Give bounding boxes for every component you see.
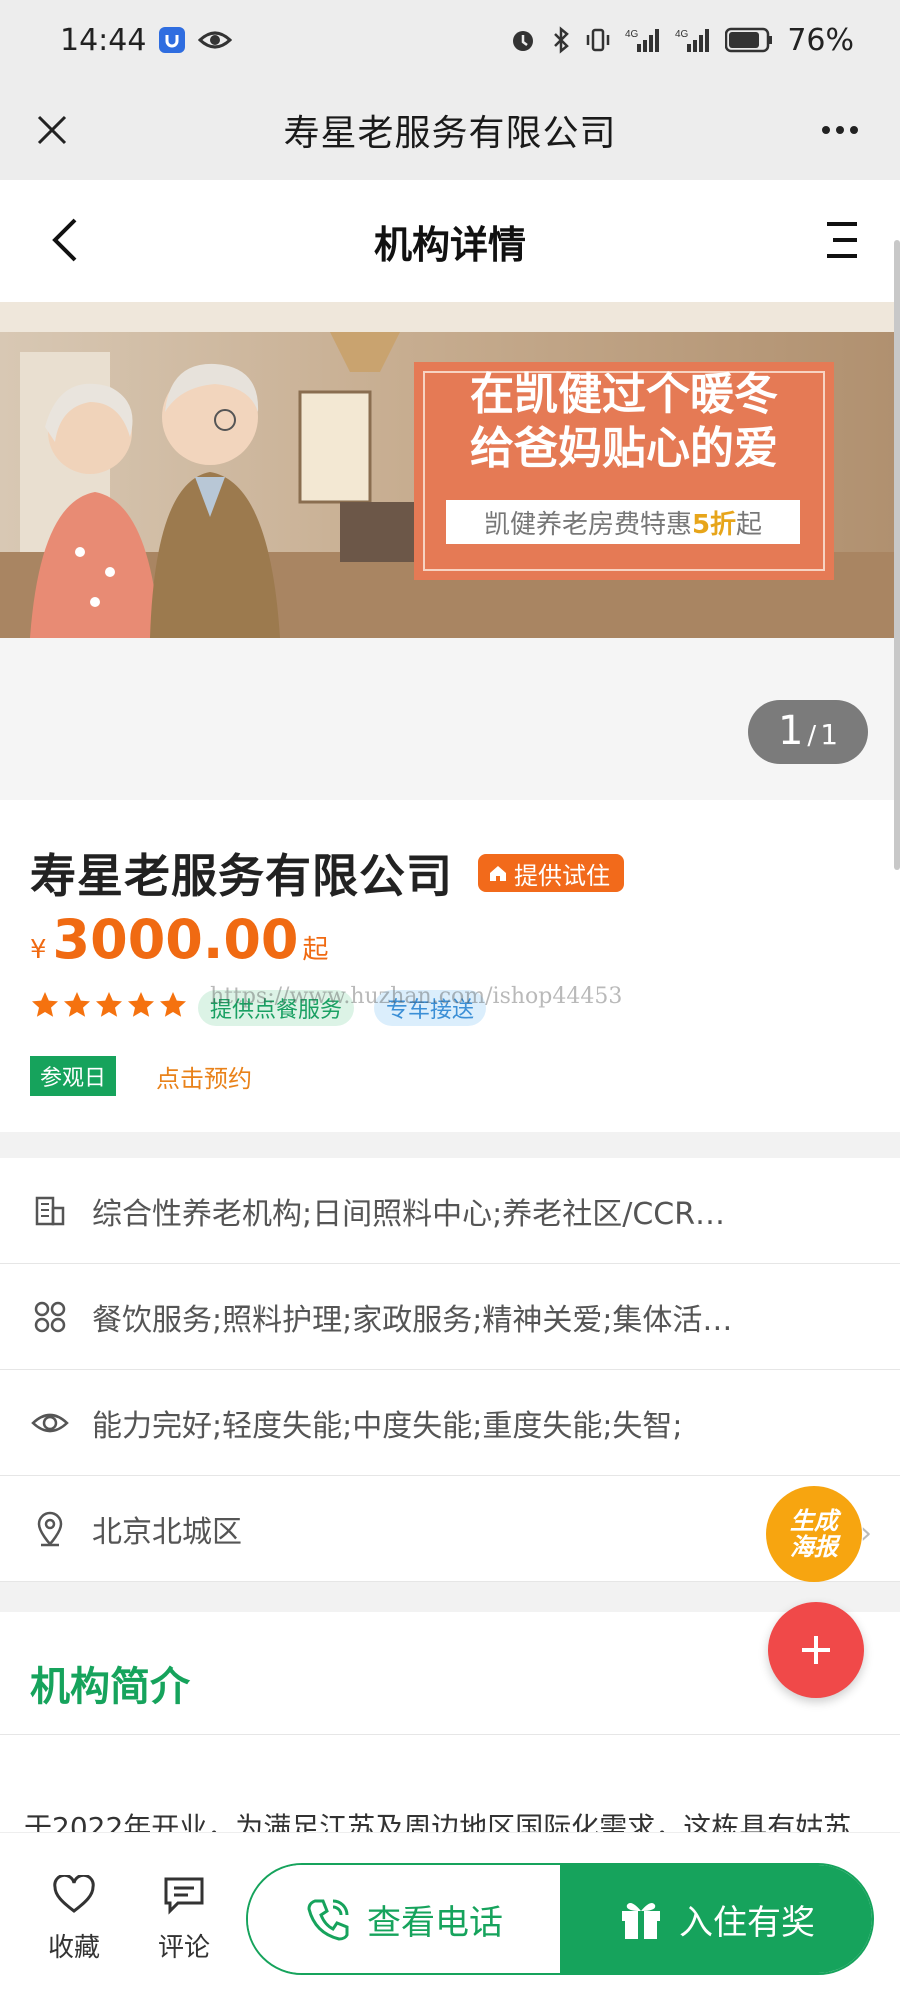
- generate-poster-button[interactable]: 生成 海报: [766, 1486, 862, 1582]
- star-icon: [160, 992, 186, 1017]
- star-icon: [32, 992, 58, 1017]
- view-phone-button[interactable]: 查看电话: [248, 1865, 560, 1973]
- org-info-card: 寿星老服务有限公司 提供试住 ¥ 3000.00 起 提供点餐服务 专车接送 h…: [0, 800, 900, 1132]
- banner-headline: 在凯健过个暖冬 给爸妈贴心的爱: [414, 368, 834, 476]
- wechat-title-bar: 寿星老服务有限公司: [0, 80, 900, 180]
- trial-badge-label: 提供试住: [514, 861, 610, 890]
- chevron-right-icon: ›: [860, 1516, 872, 1551]
- page-header: 机构详情: [0, 180, 900, 302]
- book-visit-link[interactable]: 点击预约: [156, 1056, 252, 1096]
- watermark-url: https://www.huzhan.com/ishop44453: [210, 984, 623, 1009]
- favorite-label: 收藏: [47, 1933, 100, 1963]
- signal-4g-icon: 4G: [625, 26, 661, 54]
- banner-pager: 1 / 1: [748, 700, 868, 764]
- banner-headline-line-2: 给爸妈贴心的爱: [470, 423, 778, 474]
- intro-divider: [0, 1734, 900, 1735]
- banner-sub-highlight: 5折: [691, 509, 737, 540]
- detail-row-type[interactable]: 综合性养老机构;日间照料中心;养老社区/CCR…: [0, 1158, 900, 1264]
- banner-sub-suffix: 起: [736, 509, 763, 540]
- battery-percent: 76%: [787, 22, 854, 58]
- back-arrow-icon[interactable]: [34, 210, 94, 270]
- svg-text:4G: 4G: [675, 29, 689, 40]
- banner-image[interactable]: 在凯健过个暖冬 给爸妈贴心的爱 凯健养老房费特惠 5折 起: [0, 302, 900, 638]
- vibrate-icon: [585, 26, 611, 54]
- gift-icon: [622, 1903, 660, 1939]
- pager-current: 1: [777, 708, 804, 754]
- signal-4g-icon-2: 4G: [675, 26, 711, 54]
- eye-icon: [30, 1403, 70, 1443]
- comment-icon: [164, 1877, 204, 1915]
- star-icon: [128, 992, 154, 1017]
- page-title: 机构详情: [373, 222, 526, 267]
- visit-day-label: 参观日: [30, 1056, 117, 1096]
- checkin-reward-button[interactable]: 入住有奖: [560, 1865, 872, 1973]
- building-icon: [30, 1191, 70, 1231]
- price-value: 3000.00: [52, 908, 299, 971]
- status-time: 14:44: [60, 22, 147, 58]
- org-name: 寿星老服务有限公司: [30, 849, 453, 903]
- pager-separator: /: [807, 721, 817, 751]
- price-unit: 起: [302, 935, 329, 965]
- banner-headline-line-1: 在凯健过个暖冬: [470, 369, 778, 420]
- poster-button-line-2: 海报: [790, 1533, 838, 1561]
- location-pin-icon: [30, 1509, 70, 1549]
- svg-text:4G: 4G: [625, 29, 639, 40]
- house-icon: [490, 866, 506, 881]
- more-options-icon[interactable]: [810, 104, 870, 156]
- plus-icon: [802, 1636, 830, 1664]
- view-phone-label: 查看电话: [367, 1902, 503, 1943]
- comment-button[interactable]: 评论: [144, 1875, 224, 1964]
- detail-list: 综合性养老机构;日间照料中心;养老社区/CCR… 餐饮服务;照料护理;家政服务;…: [0, 1158, 900, 1582]
- banner-sub-prefix: 凯健养老房费特惠: [483, 509, 692, 540]
- menu-icon[interactable]: [814, 212, 870, 268]
- price: ¥ 3000.00 起: [30, 908, 329, 971]
- scrollbar[interactable]: [894, 240, 900, 870]
- star-icon: [96, 992, 122, 1017]
- detail-row-care-level[interactable]: 能力完好;轻度失能;中度失能;重度失能;失智;: [0, 1370, 900, 1476]
- bluetooth-icon: [551, 26, 571, 54]
- checkin-reward-label: 入住有奖: [679, 1902, 815, 1943]
- star-rating: [30, 990, 188, 1020]
- banner-subtitle: 凯健养老房费特惠 5折 起: [446, 500, 800, 544]
- detail-text-services: 餐饮服务;照料护理;家政服务;精神关爱;集体活…: [92, 1302, 733, 1338]
- bottom-action-bar: 收藏 评论 查看电话 入住有奖: [0, 1832, 900, 2000]
- detail-row-services[interactable]: 餐饮服务;照料护理;家政服务;精神关爱;集体活…: [0, 1264, 900, 1370]
- alarm-icon: [509, 26, 537, 54]
- eye-status-icon: [198, 28, 233, 52]
- detail-row-address[interactable]: 北京北城区: [0, 1476, 900, 1582]
- heart-icon: [53, 1875, 95, 1913]
- star-icon: [64, 992, 90, 1017]
- price-currency: ¥: [30, 935, 47, 965]
- status-bar: 14:44 4G 4G 76%: [0, 0, 900, 80]
- detail-text-address: 北京北城区: [92, 1514, 242, 1550]
- detail-text-care-level: 能力完好;轻度失能;中度失能;重度失能;失智;: [92, 1408, 683, 1444]
- phone-icon: [307, 1899, 349, 1941]
- grid-icon: [30, 1297, 70, 1337]
- add-fab-button[interactable]: [768, 1602, 864, 1698]
- wechat-title: 寿星老服务有限公司: [283, 113, 617, 154]
- close-icon[interactable]: [26, 104, 78, 156]
- battery-icon: [725, 27, 773, 53]
- pager-total: 1: [820, 718, 839, 751]
- detail-text-type: 综合性养老机构;日间照料中心;养老社区/CCR…: [92, 1196, 726, 1232]
- favorite-button[interactable]: 收藏: [34, 1875, 114, 1964]
- trial-stay-badge: 提供试住: [478, 854, 624, 892]
- intro-title: 机构简介: [30, 1664, 190, 1710]
- poster-button-line-1: 生成: [790, 1507, 838, 1535]
- comment-label: 评论: [157, 1933, 210, 1963]
- shield-app-icon: [158, 26, 186, 54]
- primary-actions: 查看电话 入住有奖: [246, 1863, 874, 1975]
